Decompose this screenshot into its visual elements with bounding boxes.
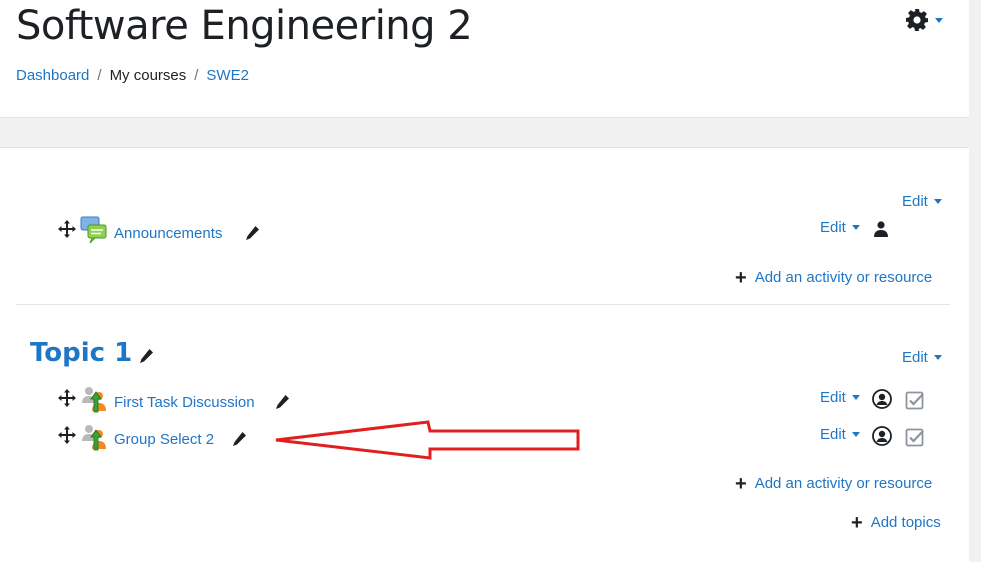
page-header: Software Engineering 2 Dashboard / My cour…: [0, 0, 969, 118]
chevron-down-icon: [851, 395, 860, 400]
plus-icon: +: [735, 472, 747, 495]
activity-first-task-discussion-edit-menu[interactable]: Edit: [820, 389, 860, 406]
edit-label: Edit: [902, 349, 928, 366]
add-activity-label: Add an activity or resource: [754, 475, 933, 492]
user-circle-icon[interactable]: [872, 426, 892, 446]
breadcrumb: Dashboard / My courses / SWE2: [16, 66, 249, 86]
breadcrumb-separator: /: [97, 67, 102, 84]
chevron-down-icon: [935, 17, 943, 23]
chevron-down-icon: [851, 225, 860, 230]
annotation-arrow: [270, 418, 585, 463]
course-content: Edit Announcements Edit + Add an activity…: [0, 147, 969, 562]
pencil-icon[interactable]: [231, 431, 247, 447]
chevron-down-icon: [933, 199, 942, 204]
move-icon[interactable]: [58, 389, 76, 407]
user-icon[interactable]: [874, 221, 888, 237]
completion-checkbox-icon[interactable]: [905, 390, 925, 410]
course-settings-menu[interactable]: [905, 8, 943, 32]
edit-label: Edit: [820, 389, 846, 406]
user-circle-icon[interactable]: [872, 389, 892, 409]
gear-icon: [905, 8, 929, 32]
section-divider: [16, 304, 950, 305]
add-topics-button[interactable]: + Add topics: [851, 511, 941, 534]
edit-label: Edit: [820, 219, 846, 236]
add-topics-label: Add topics: [870, 514, 941, 531]
topic-1-title[interactable]: Topic 1: [30, 338, 132, 368]
plus-icon: +: [735, 266, 747, 289]
pencil-icon[interactable]: [274, 394, 290, 410]
group-choice-icon: [80, 385, 108, 413]
breadcrumb-my-courses: My courses: [109, 67, 187, 84]
breadcrumb-separator: /: [194, 67, 199, 84]
chevron-down-icon: [851, 432, 860, 437]
move-icon[interactable]: [58, 426, 76, 444]
breadcrumb-swe2[interactable]: SWE2: [206, 67, 249, 84]
activity-announcements-link[interactable]: Announcements: [114, 224, 222, 244]
add-activity-topic-1[interactable]: + Add an activity or resource: [735, 472, 933, 495]
breadcrumb-dashboard[interactable]: Dashboard: [16, 67, 89, 84]
move-icon[interactable]: [58, 220, 76, 238]
pencil-icon[interactable]: [244, 225, 260, 241]
topic-1-edit-menu[interactable]: Edit: [902, 349, 942, 366]
forum-icon: [80, 216, 108, 244]
page-title: Software Engineering 2: [16, 3, 473, 49]
chevron-down-icon: [933, 355, 942, 360]
section-general-edit-menu[interactable]: Edit: [902, 193, 942, 210]
plus-icon: +: [851, 511, 863, 534]
activity-announcements-edit-menu[interactable]: Edit: [820, 219, 860, 236]
group-choice-icon: [80, 423, 108, 451]
completion-checkbox-icon[interactable]: [905, 427, 925, 447]
activity-first-task-discussion-link[interactable]: First Task Discussion: [114, 393, 255, 413]
add-activity-general[interactable]: + Add an activity or resource: [735, 266, 933, 289]
activity-group-select-2-link[interactable]: Group Select 2: [114, 430, 214, 450]
pencil-icon[interactable]: [138, 348, 154, 364]
edit-label: Edit: [902, 193, 928, 210]
add-activity-label: Add an activity or resource: [754, 269, 933, 286]
edit-label: Edit: [820, 426, 846, 443]
activity-group-select-2-edit-menu[interactable]: Edit: [820, 426, 860, 443]
